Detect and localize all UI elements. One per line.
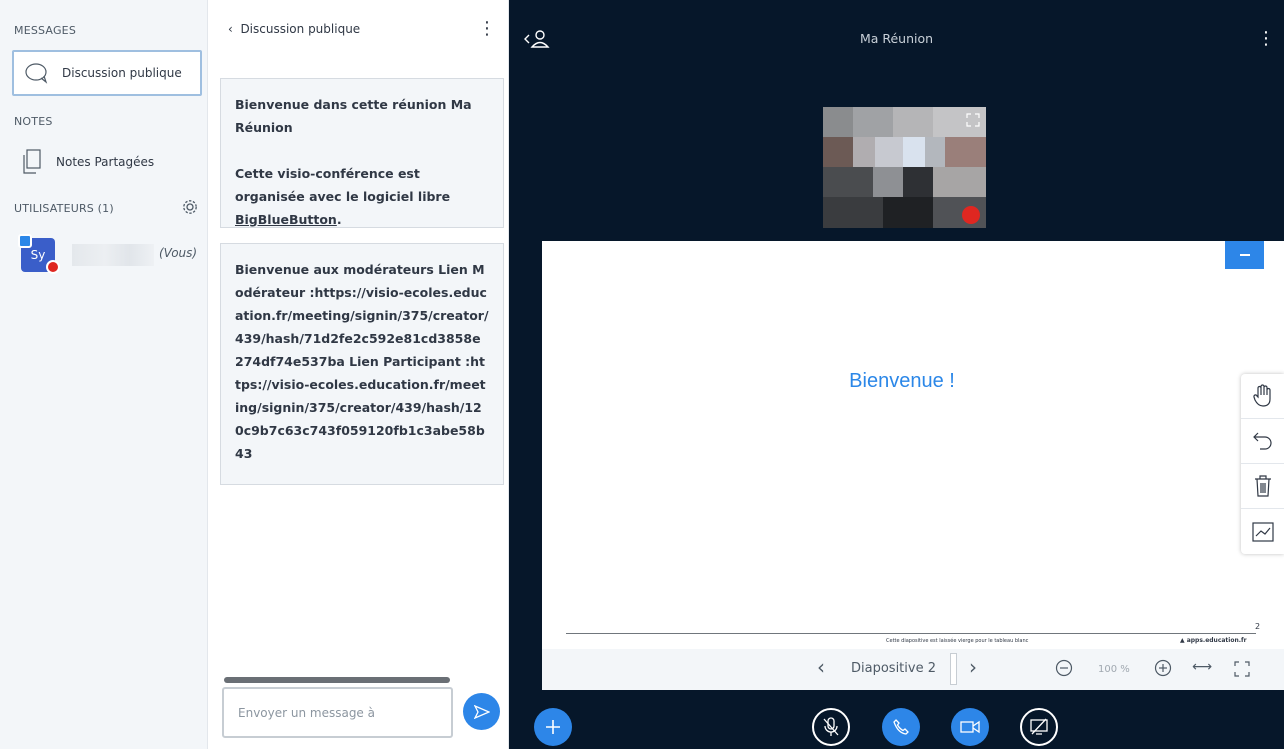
zoom-in-icon[interactable] xyxy=(1154,659,1172,677)
slide-logo: ▲ apps.education.fr xyxy=(1180,637,1247,644)
users-section-title: UTILISATEURS (1) xyxy=(14,202,114,215)
minimize-presentation-button[interactable] xyxy=(1225,241,1264,269)
plus-icon xyxy=(546,720,560,734)
slide-footer-text: Cette diapositive est laissée vierge pou… xyxy=(886,638,1029,644)
presentation-area: Bienvenue ! 2 Cette diapositive est lais… xyxy=(542,241,1284,690)
screenshare-button[interactable] xyxy=(1020,708,1058,746)
fit-width-icon[interactable]: ⟷ xyxy=(1192,659,1212,675)
hand-icon xyxy=(1252,384,1271,407)
chat-message: Bienvenue dans cette réunion Ma Réunion … xyxy=(220,78,504,228)
mic-muted-icon xyxy=(962,206,980,224)
chat-message: Bienvenue aux modérateurs Lien Modérateu… xyxy=(220,243,504,485)
clear-whiteboard-button[interactable] xyxy=(1241,464,1284,509)
presentation-toolbar: ‹ Diapositive 2 › 100 % ⟷ xyxy=(542,649,1284,690)
notes-icon xyxy=(23,149,41,174)
chat-bubble-icon xyxy=(25,63,48,84)
send-icon xyxy=(473,704,490,719)
slide-title: Bienvenue ! xyxy=(849,370,955,392)
kebab-icon[interactable]: ⋮ xyxy=(1257,28,1275,49)
zoom-out-icon[interactable] xyxy=(1055,659,1073,677)
next-slide-button[interactable]: › xyxy=(969,655,977,679)
camera-icon xyxy=(960,720,980,734)
sidebar-item-shared-notes[interactable]: Notes Partagées xyxy=(12,140,202,184)
meeting-area: Ma Réunion ⋮ Bienvenue ! 2 Cette diaposi… xyxy=(509,0,1284,749)
fullscreen-icon[interactable] xyxy=(1234,661,1250,677)
actions-button[interactable] xyxy=(534,708,572,746)
multi-user-whiteboard-button[interactable] xyxy=(1241,509,1284,554)
gear-icon[interactable] xyxy=(181,198,199,216)
sidebar-item-label: Discussion publique xyxy=(62,66,182,80)
slide-page-number: 2 xyxy=(1255,622,1261,631)
webcam-video[interactable] xyxy=(823,107,986,228)
meeting-title: Ma Réunion xyxy=(859,31,934,46)
previous-slide-button[interactable]: ‹ xyxy=(817,655,825,679)
message-input[interactable] xyxy=(222,687,453,738)
sidebar-item-label: Notes Partagées xyxy=(56,155,155,169)
mic-muted-icon xyxy=(46,260,60,274)
zoom-level: 100 % xyxy=(1098,664,1130,675)
slide-logo-text: apps.education.fr xyxy=(1186,637,1247,644)
kebab-icon[interactable]: ⋮ xyxy=(478,18,496,39)
leave-audio-button[interactable] xyxy=(882,708,920,746)
whiteboard-toolbar xyxy=(1241,374,1284,554)
user-name-blurred xyxy=(72,244,154,266)
chat-scrollbar[interactable] xyxy=(224,677,450,683)
phone-icon xyxy=(893,719,909,735)
unmute-button[interactable] xyxy=(812,708,850,746)
slide-select-caret[interactable] xyxy=(950,653,957,685)
undo-button[interactable] xyxy=(1241,419,1284,464)
minimize-icon xyxy=(1239,254,1250,256)
bigbluebutton-link[interactable]: BigBlueButton xyxy=(235,212,337,227)
you-label: (Vous) xyxy=(159,246,198,260)
hand-tool-button[interactable] xyxy=(1241,374,1284,419)
send-button[interactable] xyxy=(463,693,500,730)
presenter-badge-icon xyxy=(18,234,32,248)
expand-icon[interactable] xyxy=(966,113,980,127)
slide-divider xyxy=(566,633,1256,634)
multi-user-whiteboard-icon xyxy=(1251,521,1274,542)
mic-muted-icon xyxy=(823,717,839,736)
sidebar-item-public-chat[interactable]: Discussion publique xyxy=(12,50,202,96)
screenshare-off-icon xyxy=(1030,718,1048,735)
back-chevron-icon: ‹ xyxy=(228,22,241,36)
share-webcam-button[interactable] xyxy=(951,708,989,746)
sidebar: MESSAGES Discussion publique NOTES Notes… xyxy=(0,0,208,749)
avatar-initials: Sy xyxy=(30,248,46,262)
trash-icon xyxy=(1254,475,1271,497)
chat-back-button[interactable]: ‹ Discussion publique xyxy=(228,22,360,36)
message-text: . xyxy=(336,212,342,227)
chat-title: Discussion publique xyxy=(240,22,361,36)
messages-section-title: MESSAGES xyxy=(14,24,76,37)
chat-panel: ‹ Discussion publique ⋮ Bienvenue dans c… xyxy=(208,0,509,749)
slide-select[interactable]: Diapositive 2 xyxy=(851,661,936,676)
user-list-item[interactable]: Sy (Vous) xyxy=(18,234,204,280)
message-text: Bienvenue dans cette réunion Ma Réunion … xyxy=(235,97,472,204)
notes-section-title: NOTES xyxy=(14,115,53,128)
undo-icon xyxy=(1252,432,1272,450)
